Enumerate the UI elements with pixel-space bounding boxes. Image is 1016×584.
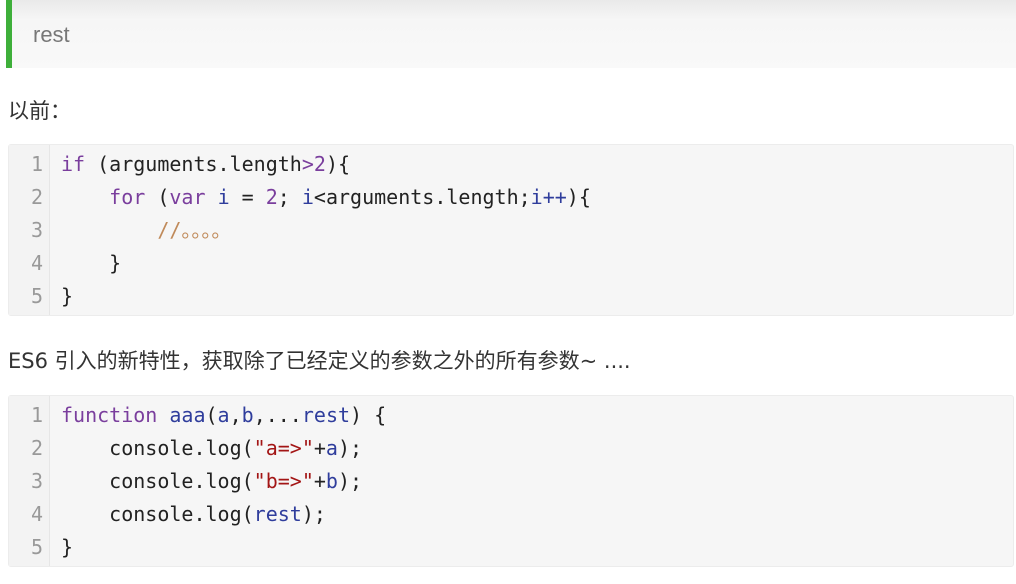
code-token: > xyxy=(301,152,314,176)
code-line: 4 console.log(rest); xyxy=(9,498,1013,531)
line-number: 2 xyxy=(30,185,43,209)
line-number: 2 xyxy=(30,436,43,460)
code-text: } xyxy=(61,531,73,564)
code-token: ){ xyxy=(566,185,591,209)
code-token: , xyxy=(229,403,242,427)
code-text: if (arguments.length>2){ xyxy=(61,148,350,181)
code-line: 2 for (var i = 2; i<arguments.length;i++… xyxy=(9,181,1013,214)
code-line: 5} xyxy=(9,280,1013,313)
line-number: 4 xyxy=(30,502,43,526)
line-number: 5 xyxy=(30,535,43,559)
code-token: ( xyxy=(205,403,218,427)
code-text: console.log("a=>"+a); xyxy=(61,432,362,465)
code-token: console.log( xyxy=(61,469,254,493)
code-block-1: 1 if (arguments.length>2){2 for (var i = … xyxy=(8,144,1014,316)
paragraph-es6: ES6 引入的新特性，获取除了已经定义的参数之外的所有参数~ .... xyxy=(8,349,631,373)
code-token: "b=>" xyxy=(253,469,314,493)
code-text: function aaa(a,b,...rest) { xyxy=(61,399,386,432)
code-token: console.log( xyxy=(61,502,254,526)
code-token: console.log( xyxy=(61,436,254,460)
code-line: 1 function aaa(a,b,...rest) { xyxy=(9,399,1013,432)
code-token: ( xyxy=(145,185,170,209)
paragraph-before: 以前： xyxy=(8,99,71,123)
code-line: 3 //。。。。 xyxy=(9,214,1013,247)
code-token: ){ xyxy=(325,152,351,176)
code-token: b xyxy=(241,403,254,427)
code-token: i xyxy=(301,185,314,209)
code-token: ); xyxy=(301,502,326,526)
line-number: 5 xyxy=(30,284,43,308)
code-token: for xyxy=(109,185,146,209)
code-line: 2 console.log("a=>"+a); xyxy=(9,432,1013,465)
code-line: 3 console.log("b=>"+b); xyxy=(9,465,1013,498)
code-token: a xyxy=(217,403,230,427)
code-token: i xyxy=(217,185,230,209)
code-token: + xyxy=(313,436,326,460)
code-block-2: 1 function aaa(a,b,...rest) {2 console.lo… xyxy=(8,395,1014,567)
code-line: 1 if (arguments.length>2){ xyxy=(9,148,1013,181)
code-token: ); xyxy=(337,469,363,493)
code-token: i++ xyxy=(530,185,567,209)
line-number: 4 xyxy=(30,251,43,275)
callout-text: rest xyxy=(33,22,70,47)
code-token: } xyxy=(61,535,74,559)
code-text: //。。。。 xyxy=(61,214,231,247)
code-token: + xyxy=(313,469,326,493)
code-text: } xyxy=(61,247,121,280)
document-page: rest 以前： 1 if (arguments.length>2){2 for … xyxy=(0,0,1016,584)
blockquote-callout: rest xyxy=(6,0,1016,68)
code-text: console.log("b=>"+b); xyxy=(61,465,362,498)
code-token: 2 xyxy=(313,152,326,176)
code-token: } xyxy=(61,251,122,275)
code-token: a xyxy=(325,436,338,460)
line-number: 1 xyxy=(30,152,43,176)
code-token: } xyxy=(61,284,74,308)
code-text: for (var i = 2; i<arguments.length;i++){ xyxy=(61,181,591,214)
code-token: rest xyxy=(253,502,302,526)
code-token: ,... xyxy=(253,403,302,427)
code-line: 5} xyxy=(9,531,1013,564)
code-token: rest xyxy=(301,403,351,427)
code-token: function xyxy=(61,403,158,427)
code-token: var xyxy=(169,185,206,209)
code-token: ); xyxy=(337,436,363,460)
code-line: 4 } xyxy=(9,247,1013,280)
code-token: //。。。。 xyxy=(157,218,232,242)
code-token: ; xyxy=(277,185,302,209)
code-token: <arguments.length; xyxy=(313,185,531,209)
code-token: b xyxy=(325,469,338,493)
code-token: aaa xyxy=(169,403,206,427)
code-text: console.log(rest); xyxy=(61,498,326,531)
code-token: (arguments.length xyxy=(85,152,302,176)
line-number: 3 xyxy=(30,218,43,242)
code-token: "a=>" xyxy=(253,436,314,460)
code-token: 2 xyxy=(265,185,278,209)
code-text: } xyxy=(61,280,73,313)
code-token: if xyxy=(61,152,86,176)
line-number: 1 xyxy=(30,403,43,427)
code-token: = xyxy=(229,185,266,209)
line-number: 3 xyxy=(30,469,43,493)
code-token: ) { xyxy=(350,403,387,427)
